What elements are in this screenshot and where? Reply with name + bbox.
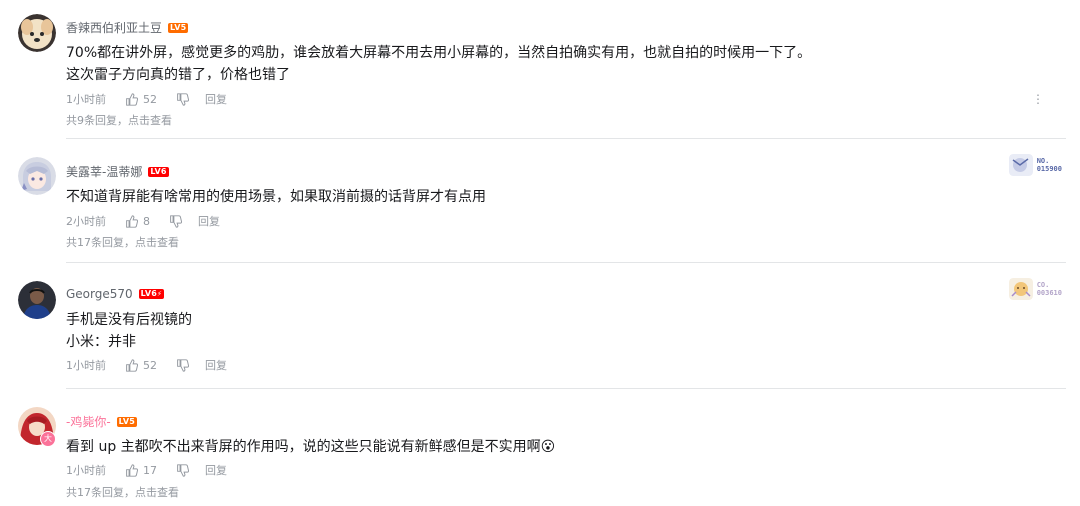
badge-line: NO. (1036, 157, 1050, 165)
like-button[interactable]: 17 (125, 464, 157, 477)
more-options-icon[interactable]: ⋮ (1032, 92, 1044, 106)
username[interactable]: George570 LV6⚡ (66, 287, 165, 301)
username[interactable]: -鸡毙你- LV5 (66, 413, 138, 430)
thumbs-up-icon (126, 358, 138, 372)
dislike-button[interactable] (176, 92, 189, 106)
comment-meta: 1小时前 52 回复 (66, 91, 227, 107)
comment-line: 这次雷子方向真的错了，价格也错了 (66, 67, 290, 83)
anime-girl-avatar-icon (18, 157, 56, 195)
fan-badge-number: NO. 015900 (1037, 157, 1062, 173)
fan-badge[interactable]: NO. 015900 (1008, 154, 1062, 176)
view-replies-link[interactable]: 共17条回复，点击查看 (66, 234, 179, 250)
like-button[interactable]: 8 (125, 215, 150, 228)
username-text[interactable]: 美露莘-温蒂娜 (66, 163, 142, 180)
avatar[interactable] (18, 14, 56, 52)
level-text: LV6 (140, 289, 158, 298)
view-replies-link[interactable]: 共9条回复，点击查看 (66, 112, 172, 128)
username-text[interactable]: 香辣西伯利亚土豆 (66, 19, 162, 36)
timestamp: 2小时前 (66, 215, 106, 228)
reply-button[interactable]: 回复 (205, 357, 227, 373)
timestamp: 1小时前 (66, 93, 106, 106)
person-avatar-icon (18, 281, 56, 319)
like-button[interactable]: 52 (125, 93, 157, 106)
fan-badge-icon (1008, 154, 1033, 176)
timestamp: 1小时前 (66, 464, 106, 477)
level-badge: LV6⚡ (138, 289, 165, 299)
comment-text: 不知道背屏能有啥常用的使用场景，如果取消前摄的话背屏才有点用 (66, 186, 486, 208)
thumbs-up-icon (126, 214, 138, 228)
like-count: 52 (143, 358, 157, 372)
thumbs-down-icon (177, 463, 189, 477)
fan-badge-number: CO. 003610 (1037, 281, 1062, 297)
thumbs-down-icon (177, 92, 189, 106)
avatar[interactable] (18, 281, 56, 319)
comment-text: 70%都在讲外屏，感觉更多的鸡肋，谁会放着大屏幕不用去用小屏幕的，当然自拍确实有… (66, 42, 811, 86)
comment-text: 手机是没有后视镜的 小米：并非 (66, 309, 192, 353)
divider (66, 388, 1066, 389)
badge-line: 003610 (1036, 289, 1062, 297)
reply-button[interactable]: 回复 (205, 462, 227, 478)
dog-avatar-icon (18, 14, 56, 52)
badge-line: CO. (1036, 281, 1050, 289)
dislike-button[interactable] (176, 463, 189, 477)
thumbs-up-icon (126, 463, 138, 477)
fan-badge[interactable]: CO. 003610 (1008, 278, 1062, 300)
divider (66, 262, 1066, 263)
level-badge: LV6 (148, 166, 169, 177)
like-count: 17 (143, 463, 157, 477)
comment-line: 不知道背屏能有啥常用的使用场景，如果取消前摄的话背屏才有点用 (66, 189, 486, 205)
username[interactable]: 香辣西伯利亚土豆 LV5 (66, 19, 189, 36)
comment-text: 看到 up 主都吹不出来背屏的作用吗，说的这些只能说有新鲜感但是不实用啊😮 (66, 436, 555, 458)
username[interactable]: 美露莘-温蒂娜 LV6 (66, 163, 169, 180)
thumbs-down-icon (177, 358, 189, 372)
comment-meta: 1小时前 17 回复 (66, 462, 227, 478)
thumbs-down-icon (170, 214, 182, 228)
avatar[interactable]: 大 (18, 407, 56, 447)
comment-line: 手机是没有后视镜的 (66, 312, 192, 328)
comment-meta: 2小时前 8 回复 (66, 213, 220, 229)
level-badge: LV5 (116, 416, 138, 427)
comment-line: 看到 up 主都吹不出来背屏的作用吗，说的这些只能说有新鲜感但是不实用啊😮 (66, 439, 556, 455)
comment-line: 小米：并非 (66, 334, 136, 350)
reply-button[interactable]: 回复 (198, 213, 220, 229)
divider (66, 138, 1066, 139)
dislike-button[interactable] (176, 358, 189, 372)
username-text[interactable]: -鸡毙你- (66, 413, 111, 430)
like-button[interactable]: 52 (125, 359, 157, 372)
thumbs-up-icon (126, 92, 138, 106)
view-replies-link[interactable]: 共17条回复，点击查看 (66, 484, 179, 500)
level-badge: LV5 (168, 22, 189, 33)
fan-badge-icon (1008, 278, 1033, 300)
comment-meta: 1小时前 52 回复 (66, 357, 227, 373)
avatar[interactable] (18, 157, 56, 195)
like-count: 8 (143, 214, 150, 228)
level-flag-icon: ⚡ (157, 290, 163, 298)
timestamp: 1小时前 (66, 359, 106, 372)
like-count: 52 (143, 92, 157, 106)
badge-line: 015900 (1036, 165, 1062, 173)
username-text[interactable]: George570 (66, 287, 133, 301)
vip-badge: 大 (40, 431, 56, 447)
reply-button[interactable]: 回复 (205, 91, 227, 107)
dislike-button[interactable] (169, 214, 182, 228)
comment-line: 70%都在讲外屏，感觉更多的鸡肋，谁会放着大屏幕不用去用小屏幕的，当然自拍确实有… (66, 45, 812, 61)
